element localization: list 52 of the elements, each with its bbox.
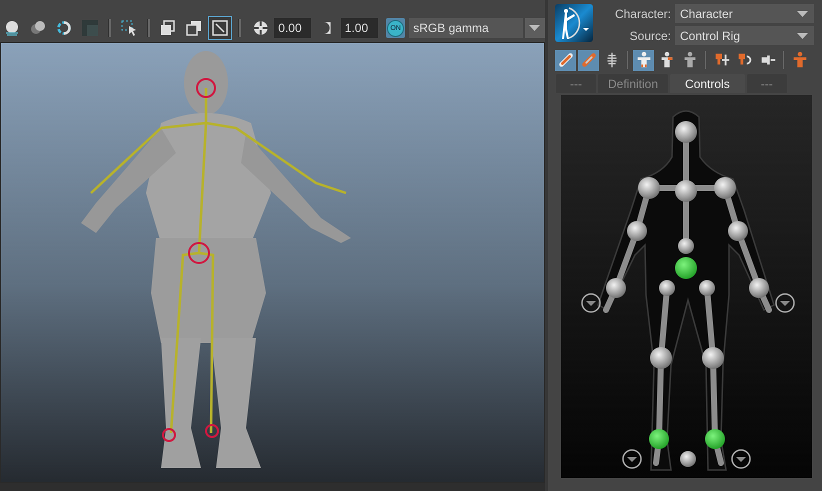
effector-sphere[interactable] [675,257,697,279]
effector-sphere[interactable] [638,177,660,199]
aperture-icon [252,19,270,37]
effector-sphere[interactable] [705,429,725,449]
effector-sphere[interactable] [606,278,626,298]
effector-sphere[interactable] [649,429,669,449]
framed-image-icon [210,19,229,37]
expand-button[interactable] [622,449,642,469]
figure-icon [634,51,652,69]
effector-sphere[interactable] [675,180,697,202]
tab[interactable]: Definition [598,74,668,93]
caret-icon [797,32,808,38]
dotted-ring-icon [55,19,73,37]
tab[interactable]: --- [556,74,596,93]
source-label: Source: [628,28,671,42]
effector-sphere[interactable] [714,177,736,199]
caret-icon [797,10,808,16]
gamma-field[interactable]: 1.00 [340,18,378,38]
color-space-dropdown[interactable]: sRGB gamma [409,18,545,38]
bone-button[interactable] [555,50,576,70]
exposure-field[interactable]: 0.00 [274,18,312,38]
tab[interactable]: Controls [670,74,745,93]
caret-icon [529,25,540,31]
effector-sphere[interactable] [675,121,697,143]
source-dropdown[interactable]: Control Rig [675,26,814,45]
expand-button[interactable] [775,293,795,313]
shaded-sphere-icon [3,19,21,37]
tab[interactable]: --- [746,74,787,93]
bone-icon [580,51,598,69]
framed-image-button[interactable] [208,16,232,40]
effector-sphere[interactable] [678,238,694,254]
character-dropdown[interactable]: Character [675,4,814,23]
effector-sphere[interactable] [659,280,675,296]
effector-sphere[interactable] [650,347,672,369]
stacked-squares-icon [158,19,177,37]
figure-icon [790,51,808,69]
selection-cursor-icon [120,19,138,37]
effector-sphere[interactable] [749,278,769,298]
effector-sphere[interactable] [627,221,647,241]
spheres-icon [29,19,47,37]
effector-sphere[interactable] [699,280,715,296]
stacked-squares-icon [184,19,203,37]
bone-button[interactable] [578,50,599,70]
effector-sphere[interactable] [728,221,748,241]
effector-sphere[interactable] [680,451,696,467]
expand-button[interactable] [731,449,751,469]
bone-icon [556,51,574,69]
effector-sphere[interactable] [702,347,724,369]
character-logo-button[interactable] [555,4,593,42]
expand-button[interactable] [581,293,601,313]
character-label: Character: [614,6,671,20]
figure-button[interactable] [633,50,654,70]
